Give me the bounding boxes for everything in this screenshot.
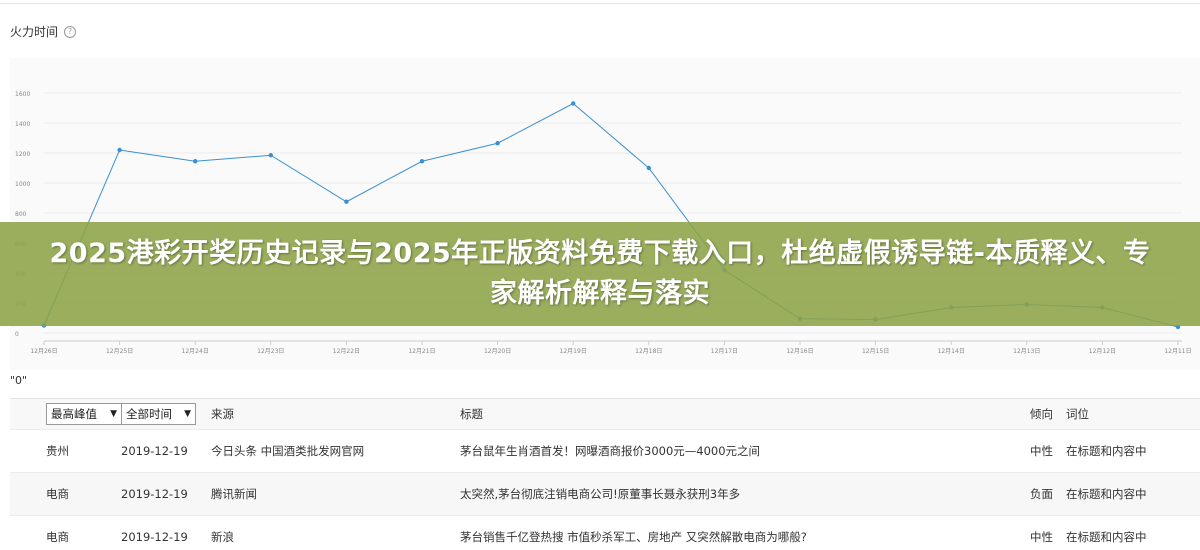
x-tick-label: 12月19日 — [560, 348, 587, 355]
x-tick-label: 12月11日 — [1164, 348, 1191, 355]
x-tick-label: 12月15日 — [862, 348, 889, 355]
cell-source: 新浪 — [211, 530, 234, 544]
quote-label: "0" — [10, 374, 28, 387]
header-source: 来源 — [211, 407, 234, 421]
data-point — [193, 159, 198, 164]
cell-title-link[interactable]: 茅台鼠年生肖酒首发！网曝酒商报价3000元—4000元之间 — [460, 443, 1030, 459]
data-point — [268, 153, 273, 158]
data-point — [344, 199, 349, 204]
time-filter-select[interactable]: 全部时间 ▼ — [121, 403, 196, 425]
cell-keyword: 在标题和内容中 — [1066, 487, 1147, 501]
x-tick-label: 12月24日 — [182, 348, 209, 355]
table-row[interactable]: 电商 2019-12-19 腾讯新闻 太突然,茅台彻底注销电商公司!原董事长聂永… — [10, 473, 1200, 516]
cell-date: 2019-12-19 — [121, 487, 188, 501]
cell-title-link[interactable]: 茅台销售千亿登热搜 市值秒杀军工、房地产 又突然解散电商为哪般? — [460, 529, 1030, 545]
data-point — [419, 159, 425, 164]
top-divider — [0, 3, 1200, 4]
data-point — [117, 147, 122, 153]
cell-title-link[interactable]: 太突然,茅台彻底注销电商公司!原董事长聂永获刑3年多 — [460, 486, 1030, 502]
table-row[interactable]: 电商 2019-12-19 新浪 茅台销售千亿登热搜 市值秒杀军工、房地产 又突… — [10, 516, 1200, 550]
x-tick-label: 12月16日 — [786, 348, 813, 355]
data-point — [646, 165, 651, 171]
y-tick-label: 1600 — [15, 91, 30, 98]
overlay-banner: 2025港彩开奖历史记录与2025年正版资料免费下载入口，杜绝虚假诱导链-本质释… — [0, 222, 1200, 326]
caret-down-icon: ▼ — [110, 409, 117, 419]
x-tick-label: 12月17日 — [711, 348, 738, 355]
cell-keyword: 在标题和内容中 — [1066, 444, 1147, 458]
y-tick-label: 1000 — [15, 181, 30, 188]
y-tick-label: 800 — [15, 211, 27, 218]
x-tick-label: 12月13日 — [1013, 348, 1040, 355]
banner-text: 2025港彩开奖历史记录与2025年正版资料免费下载入口，杜绝虚假诱导链-本质释… — [49, 238, 1151, 309]
x-tick-label: 12月18日 — [635, 348, 662, 355]
section-header: 火力时间 ? — [10, 23, 77, 40]
cell-tendency: 负面 — [1030, 487, 1053, 501]
question-circle-icon[interactable]: ? — [64, 25, 77, 38]
x-tick-label: 12月21日 — [408, 348, 435, 355]
x-tick-label: 12月25日 — [106, 348, 133, 355]
x-tick-label: 12月14日 — [938, 348, 965, 355]
caret-down-icon: ▼ — [184, 409, 191, 419]
cell-region: 贵州 — [46, 444, 69, 458]
cell-region: 电商 — [46, 530, 69, 544]
time-filter-value: 全部时间 — [126, 407, 172, 421]
x-tick-label: 12月20日 — [484, 348, 511, 355]
peak-filter-select[interactable]: 最高峰值 ▼ — [46, 403, 122, 425]
cell-region: 电商 — [46, 487, 69, 501]
cell-keyword: 在标题和内容中 — [1066, 530, 1147, 544]
cell-date: 2019-12-19 — [121, 530, 188, 544]
cell-source: 腾讯新闻 — [211, 487, 257, 501]
y-tick-label: 1400 — [15, 121, 30, 128]
header-title: 标题 — [460, 407, 483, 421]
y-tick-label: 0 — [15, 331, 19, 338]
table-header-row: 最高峰值 ▼ 全部时间 ▼ 来源 标题 倾向 词位 — [10, 399, 1200, 430]
header-tendency: 倾向 — [1030, 407, 1053, 421]
mentions-table: 最高峰值 ▼ 全部时间 ▼ 来源 标题 倾向 词位 贵州 2019-12-19 … — [10, 398, 1200, 550]
data-point — [571, 101, 576, 106]
y-tick-label: 1200 — [15, 151, 30, 158]
x-tick-label: 12月22日 — [333, 348, 360, 355]
data-point — [495, 141, 500, 146]
cell-date: 2019-12-19 — [121, 444, 188, 458]
table-row[interactable]: 贵州 2019-12-19 今日头条 中国酒类批发网官网 茅台鼠年生肖酒首发！网… — [10, 430, 1200, 473]
section-title: 火力时间 — [10, 25, 59, 39]
peak-filter-value: 最高峰值 — [51, 407, 97, 421]
header-keyword: 词位 — [1066, 407, 1089, 421]
x-tick-label: 12月23日 — [257, 348, 284, 355]
cell-source: 今日头条 中国酒类批发网官网 — [211, 444, 365, 458]
cell-tendency: 中性 — [1030, 444, 1053, 458]
x-tick-label: 12月12日 — [1089, 348, 1116, 355]
cell-tendency: 中性 — [1030, 530, 1053, 544]
x-tick-label: 12月26日 — [30, 348, 57, 355]
